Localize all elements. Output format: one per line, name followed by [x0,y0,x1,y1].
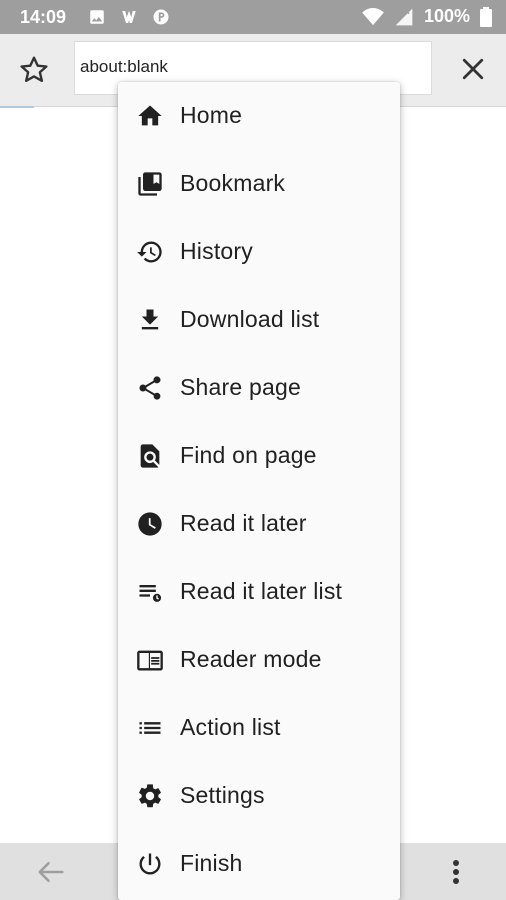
share-icon [136,374,164,402]
menu-item-label: Share page [180,374,301,400]
menu-item-label: Reader mode [180,646,322,672]
arrow-left-icon [36,859,66,885]
close-button[interactable] [458,54,490,86]
status-bar: 14:09 100% [0,0,506,34]
menu-item-label: Finish [180,850,243,876]
history-icon [136,238,164,266]
menu-item-home[interactable]: Home [118,82,400,150]
battery-percentage: 100% [423,6,470,26]
power-icon [136,850,164,878]
menu-item-label: History [180,238,253,264]
read-later-list-icon [136,578,164,606]
menu-item-read-it-later-list[interactable]: Read it later list [118,558,400,626]
find-in-page-icon [136,442,164,470]
menu-item-label: Home [180,102,243,128]
menu-item-label: Read it later list [180,578,343,604]
bookmark-icon [136,170,164,198]
wifi-icon [362,7,384,26]
star-icon [18,54,50,86]
overflow-menu-button[interactable] [444,857,468,887]
app-notification-icon [120,8,138,26]
page-progress-bar [0,106,34,108]
menu-item-settings[interactable]: Settings [118,762,400,830]
menu-item-action-list[interactable]: Action list [118,694,400,762]
menu-item-share-page[interactable]: Share page [118,354,400,422]
back-button[interactable] [36,859,66,885]
clock-icon [136,510,164,538]
menu-item-label: Action list [180,714,281,740]
gear-icon [136,782,164,810]
home-icon [136,102,164,130]
menu-item-reader-mode[interactable]: Reader mode [118,626,400,694]
download-icon [136,306,164,334]
reader-mode-icon [136,646,164,674]
parking-notification-icon [152,8,170,26]
menu-item-history[interactable]: History [118,218,400,286]
more-vert-icon [444,857,468,887]
menu-item-read-it-later[interactable]: Read it later [118,490,400,558]
menu-item-label: Bookmark [180,170,286,196]
menu-item-find-on-page[interactable]: Find on page [118,422,400,490]
menu-item-label: Find on page [180,442,317,468]
menu-item-label: Read it later [180,510,307,536]
status-indicators: 100% [362,6,492,27]
menu-item-label: Settings [180,782,265,808]
menu-item-bookmark[interactable]: Bookmark [118,150,400,218]
notification-icons [88,8,170,26]
battery-icon [480,6,492,27]
cellular-signal-icon [394,7,414,27]
list-icon [136,714,164,742]
bookmark-star-button[interactable] [18,54,50,86]
menu-item-label: Download list [180,306,320,332]
close-icon [458,54,490,84]
menu-item-download-list[interactable]: Download list [118,286,400,354]
image-notification-icon [88,8,106,26]
menu-item-finish[interactable]: Finish [118,830,400,898]
overflow-menu: Home Bookmark History Download list Shar… [118,82,400,900]
status-time: 14:09 [20,7,67,27]
